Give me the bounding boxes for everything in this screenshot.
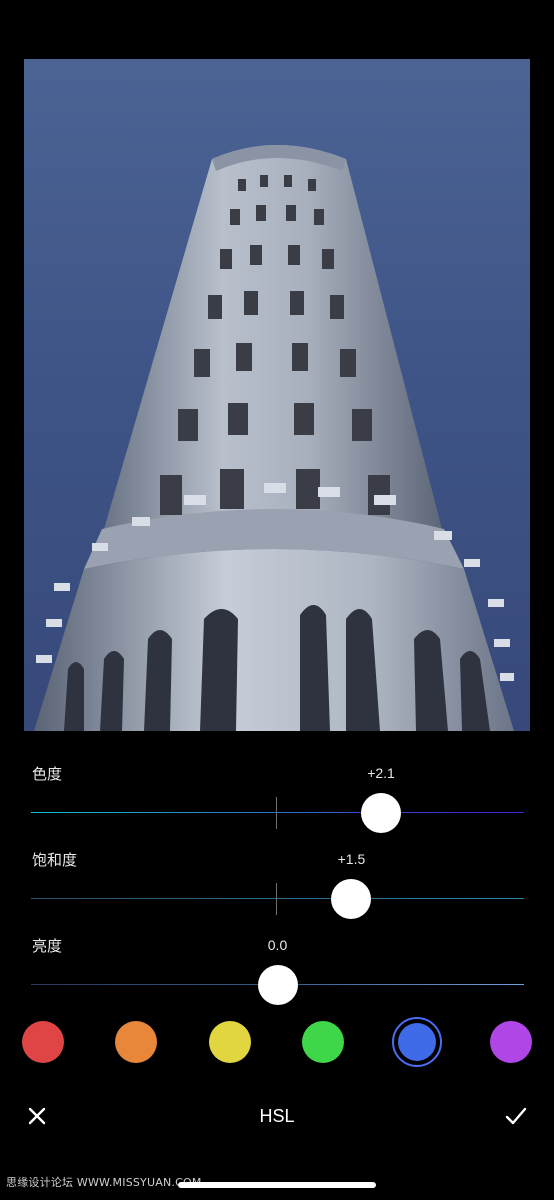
- building-photo: [34, 145, 514, 731]
- swatch-orange[interactable]: [115, 1021, 157, 1063]
- panel-title: HSL: [259, 1106, 295, 1126]
- home-indicator: [178, 1182, 376, 1188]
- swatch-blue[interactable]: [398, 1023, 436, 1061]
- hue-slider-thumb[interactable]: [361, 793, 402, 833]
- watermark: 思缘设计论坛 WWW.MISSYUAN.COM: [6, 1176, 202, 1189]
- saturation-slider-label: 饱和度: [32, 852, 78, 869]
- hue-slider-center-tick: [276, 797, 277, 829]
- close-icon: [28, 1107, 46, 1125]
- luminance-slider-label: 亮度: [32, 938, 63, 955]
- luminance-slider-value: 0.0: [267, 937, 288, 953]
- hue-slider-value: +2.1: [367, 765, 395, 781]
- swatch-green[interactable]: [302, 1021, 344, 1063]
- saturation-slider-center-tick: [276, 883, 277, 915]
- hue-slider-track[interactable]: [31, 812, 524, 813]
- hue-slider-label: 色度: [32, 766, 63, 783]
- swatch-red[interactable]: [22, 1021, 64, 1063]
- saturation-slider-value: +1.5: [337, 851, 366, 867]
- swatch-purple[interactable]: [490, 1021, 532, 1063]
- checkmark-icon: [505, 1107, 527, 1125]
- saturation-slider-track[interactable]: [31, 898, 524, 899]
- cancel-button[interactable]: [22, 1101, 52, 1131]
- confirm-button[interactable]: [501, 1101, 531, 1131]
- luminance-slider-thumb[interactable]: [257, 965, 298, 1005]
- swatch-yellow[interactable]: [209, 1021, 251, 1063]
- saturation-slider-thumb[interactable]: [331, 879, 372, 919]
- photo-preview: [24, 59, 530, 731]
